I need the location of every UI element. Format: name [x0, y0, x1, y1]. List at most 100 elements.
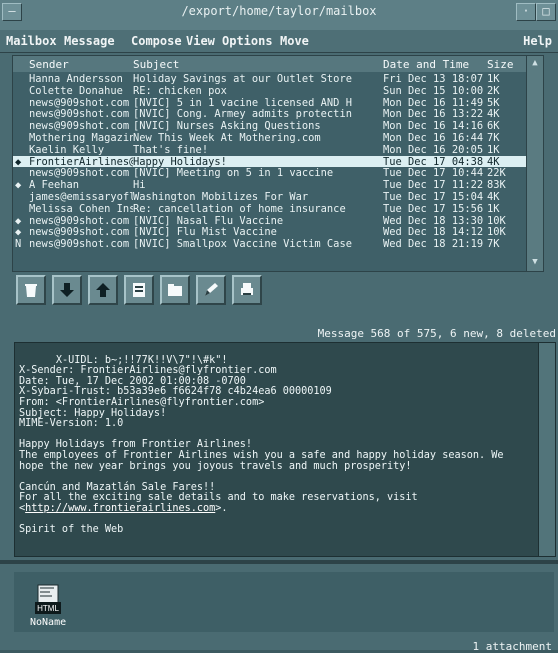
trash-icon — [25, 284, 37, 297]
message-date: Mon Dec 16 16:44 — [383, 131, 484, 144]
folder-icon — [168, 284, 182, 296]
frontier-link[interactable]: http://www.frontierairlines.com — [25, 503, 215, 514]
previous-message-button[interactable] — [88, 275, 118, 305]
message-date: Mon Dec 16 13:22 — [383, 108, 484, 121]
save-button[interactable] — [160, 275, 190, 305]
message-subject: [NVIC] Cong. Armey admits protectin — [133, 108, 352, 121]
message-date: Wed Dec 18 14:12 — [383, 226, 484, 239]
delete-button[interactable] — [16, 275, 46, 305]
pages-button[interactable] — [124, 275, 154, 305]
menu-move[interactable]: Move — [280, 34, 309, 48]
menu-compose[interactable]: Compose — [131, 34, 182, 48]
attachment-name[interactable]: NoName — [30, 617, 66, 628]
message-subject: Washington Mobilizes For War — [133, 190, 309, 203]
message-date: Wed Dec 18 13:30 — [383, 214, 484, 227]
message-row-selected[interactable]: ◆ FrontierAirlines@f Happy Holidays! Tue De… — [13, 155, 543, 168]
message-subject: [NVIC] Smallpox Vaccine Victim Case — [133, 238, 352, 251]
window-title: /export/home/taylor/mailbox — [181, 4, 377, 18]
message-size: 7K — [487, 131, 500, 144]
message-subject: [NVIC] Meeting on 5 in 1 vaccine — [133, 167, 334, 180]
attachment-icon-label: HTML — [37, 604, 59, 613]
message-row[interactable]: ◆ A Feehan Hi Tue Dec 17 11:22 83K — [13, 179, 543, 191]
title-bar: – /export/home/taylor/mailbox · □ — [0, 0, 558, 31]
message-date: Mon Dec 16 14:16 — [383, 120, 484, 133]
message-flag: ◆ — [15, 226, 22, 239]
message-subject: [NVIC] 5 in 1 vacine licensed AND H — [133, 96, 352, 109]
print-button[interactable] — [232, 275, 262, 305]
sender-column-header[interactable]: Sender — [29, 58, 69, 71]
message-date: Mon Dec 16 20:05 — [383, 143, 484, 156]
message-sender: A Feehan — [29, 179, 80, 192]
message-sender: news@909shot.com — [29, 226, 130, 239]
message-sender: FrontierAirlines@f — [29, 155, 133, 168]
message-date: Wed Dec 18 21:19 — [383, 238, 484, 251]
message-size: 6K — [487, 120, 500, 133]
pencil-icon — [205, 283, 218, 296]
message-row[interactable]: Mothering Magazine New This Week At Mothe… — [13, 132, 543, 144]
message-subject: Holiday Savings at our Outlet Store — [133, 73, 352, 85]
menu-options[interactable]: Options — [222, 34, 273, 48]
maximize-button[interactable]: □ — [536, 3, 556, 21]
message-row[interactable]: Hanna Andersson Holiday Savings at our Ou… — [13, 73, 543, 85]
menu-view[interactable]: View — [186, 34, 215, 48]
message-size: 7K — [487, 238, 500, 251]
message-sender: news@909shot.com — [29, 167, 130, 180]
message-sender: news@909shot.com — [29, 214, 130, 227]
minimize-button[interactable]: · — [516, 3, 536, 21]
edit-button[interactable] — [196, 275, 226, 305]
up-arrow-icon — [96, 283, 110, 297]
status-line: Message 568 of 575, 6 new, 8 deleted — [317, 327, 556, 340]
menu-help[interactable]: Help — [523, 34, 552, 48]
printer-icon — [241, 283, 253, 295]
divider — [0, 560, 558, 564]
message-subject: RE: chicken pox — [133, 84, 227, 97]
date-column-header[interactable]: Date and Time — [383, 58, 469, 71]
message-sender: Mothering Magazine — [29, 131, 133, 144]
message-row[interactable]: ◆ news@909shot.com [NVIC] Nasal Flu Vaccin… — [13, 215, 543, 227]
message-row[interactable]: news@909shot.com [NVIC] Meeting on 5 in 1… — [13, 167, 543, 179]
down-arrow-icon — [60, 283, 74, 297]
message-row[interactable]: Kaelin Kelly That's fine! Mon Dec 16 20:05… — [13, 144, 543, 156]
message-size: 4K — [487, 108, 500, 121]
message-subject: New This Week At Mothering.com — [133, 131, 321, 144]
html-attachment-icon[interactable]: HTML — [34, 584, 62, 618]
message-list[interactable]: Sender Subject Date and Time Size Hanna … — [12, 55, 544, 272]
message-row[interactable]: news@909shot.com [NVIC] 5 in 1 vacine lic… — [13, 97, 543, 109]
message-list-scrollbar[interactable]: ▲ ▼ — [526, 56, 543, 271]
message-view-scrollbar[interactable] — [538, 343, 555, 556]
link-close-bracket: >. — [215, 502, 228, 514]
message-date: Tue Dec 17 15:04 — [383, 190, 484, 203]
subject-column-header[interactable]: Subject — [133, 58, 179, 71]
message-sender: Kaelin Kelly — [29, 143, 105, 156]
message-size: 5K — [487, 96, 500, 109]
message-sender: Hanna Andersson — [29, 73, 123, 85]
message-size: 10K — [487, 226, 506, 239]
message-subject: [NVIC] Nurses Asking Questions — [133, 120, 321, 133]
message-view[interactable]: X-UIDL: b~;!!77K!!V\7"!\#k"! X-Sender: F… — [14, 342, 556, 557]
message-row[interactable]: Colette Donahue RE: chicken pox Sun Dec 15… — [13, 85, 543, 97]
message-row[interactable]: Melissa Cohen Insu Re: cancellation of ho… — [13, 203, 543, 215]
message-date: Sun Dec 15 10:00 — [383, 84, 484, 97]
message-sender: news@909shot.com — [29, 108, 130, 121]
menu-message[interactable]: Message — [64, 34, 115, 48]
message-date: Tue Dec 17 15:56 — [383, 202, 484, 215]
scroll-down-arrow-icon[interactable]: ▼ — [529, 257, 541, 269]
next-message-button[interactable] — [52, 275, 82, 305]
message-content: X-UIDL: b~;!!77K!!V\7"!\#k"! X-Sender: F… — [19, 354, 504, 504]
menubar: Mailbox Message Compose View Options Mov… — [0, 30, 558, 53]
message-size: 1K — [487, 202, 500, 215]
mail-window: – /export/home/taylor/mailbox · □ Mailbo… — [0, 0, 558, 653]
message-row[interactable]: news@909shot.com [NVIC] Nurses Asking Que… — [13, 120, 543, 132]
scroll-up-arrow-icon[interactable]: ▲ — [529, 58, 541, 70]
message-row[interactable]: ◆ news@909shot.com [NVIC] Flu Mist Vaccine… — [13, 226, 543, 238]
size-column-header[interactable]: Size — [487, 58, 514, 71]
message-row[interactable]: james@emissaryofli Washington Mobilizes F… — [13, 191, 543, 203]
message-flag: ◆ — [15, 179, 22, 192]
message-size: 2K — [487, 84, 500, 97]
message-date: Tue Dec 17 10:44 — [383, 167, 484, 180]
menu-mailbox[interactable]: Mailbox — [6, 34, 57, 48]
message-row[interactable]: news@909shot.com [NVIC] Cong. Armey admit… — [13, 108, 543, 120]
message-row[interactable]: Nnews@909shot.com [NVIC] Smallpox Vaccine… — [13, 238, 543, 250]
message-sender: james@emissaryofli — [29, 190, 133, 203]
attachment-count: 1 attachment — [472, 640, 552, 653]
